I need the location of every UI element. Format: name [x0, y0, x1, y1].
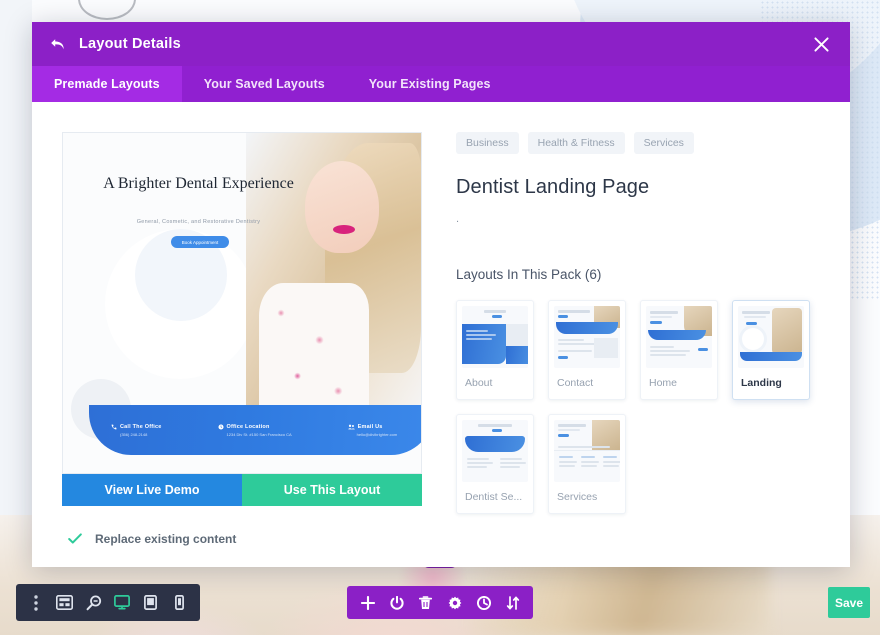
phone-icon[interactable]	[169, 592, 191, 614]
preview-contact-label-0: Call The Office	[111, 424, 162, 430]
preview-contact-label-2: Email Us	[348, 424, 398, 430]
layout-thumbnail-grid: About Contact Home Landing Dentist Se...…	[456, 300, 836, 514]
zoom-icon[interactable]	[83, 592, 105, 614]
preview-contact-value-2: hello@divibrighter.com	[356, 431, 398, 437]
preview-contact-item: Call The Office (356) 248-2148	[111, 424, 162, 437]
tab-your-existing-pages[interactable]: Your Existing Pages	[347, 66, 513, 102]
clock-icon	[217, 423, 224, 430]
wireframe-icon[interactable]	[54, 592, 76, 614]
category-tags: Business Health & Fitness Services	[456, 132, 822, 154]
category-tag-business[interactable]: Business	[456, 132, 519, 154]
close-icon[interactable]	[792, 22, 850, 66]
preview-contact-value-0: (356) 248-2148	[120, 431, 148, 437]
replace-existing-content-row: Replace existing content	[62, 532, 422, 546]
category-tag-health-fitness[interactable]: Health & Fitness	[527, 132, 625, 154]
layout-thumbnail-dentist-services-label: Dentist Se...	[465, 491, 523, 503]
tab-premade-layouts[interactable]: Premade Layouts	[32, 66, 182, 102]
layout-thumbnail-dentist-services[interactable]: Dentist Se...	[456, 414, 534, 514]
modal-tabs: Premade Layouts Your Saved Layouts Your …	[32, 66, 850, 102]
tablet-icon[interactable]	[140, 592, 162, 614]
preview-hero-button: Book Appointment	[171, 236, 229, 248]
layout-preview-column: A Brighter Dental Experience General, Co…	[62, 132, 422, 567]
category-tag-services[interactable]: Services	[633, 132, 694, 154]
layout-thumbnail-about[interactable]: About	[456, 300, 534, 400]
layout-preview-image: A Brighter Dental Experience General, Co…	[62, 132, 422, 474]
modal-header: Layout Details	[32, 22, 850, 66]
layout-thumbnail-landing-label: Landing	[741, 377, 782, 389]
layout-thumbnail-contact-label: Contact	[557, 377, 594, 389]
modal-body: A Brighter Dental Experience General, Co…	[32, 102, 850, 567]
vertical-dots-icon[interactable]	[25, 592, 47, 614]
layout-thumbnail-about-label: About	[465, 377, 493, 389]
layout-thumbnail-home[interactable]: Home	[640, 300, 718, 400]
preview-person-face	[305, 161, 379, 253]
trash-icon[interactable]	[416, 593, 436, 613]
layout-thumbnail-services[interactable]: Services	[548, 414, 626, 514]
check-icon[interactable]	[68, 532, 82, 546]
desktop-icon[interactable]	[111, 592, 133, 614]
preview-contact-label-1: Office Location	[217, 423, 292, 430]
tab-your-existing-pages-label: Your Existing Pages	[368, 77, 491, 91]
preview-person-lips	[333, 225, 355, 234]
layout-thumbnail-services-label: Services	[557, 491, 598, 503]
users-icon	[348, 424, 355, 429]
phone-icon	[111, 424, 117, 429]
gear-icon[interactable]	[445, 593, 465, 613]
builder-actions-toolbar	[347, 586, 533, 619]
layout-thumbnail-contact-image	[554, 306, 620, 368]
back-arrow-icon[interactable]	[48, 35, 66, 53]
view-live-demo-button[interactable]: View Live Demo	[62, 474, 242, 506]
layout-thumbnail-landing-image	[738, 306, 804, 368]
sort-arrows-icon[interactable]	[503, 593, 523, 613]
pack-title: Dentist Landing Page	[456, 176, 650, 198]
preview-contact-item: Email Us hello@divibrighter.com	[348, 424, 398, 437]
layout-thumbnail-contact[interactable]: Contact	[548, 300, 626, 400]
layout-cta-row: View Live Demo Use This Layout	[62, 474, 422, 506]
layout-thumbnail-about-image	[462, 306, 528, 368]
replace-existing-content-label: Replace existing content	[95, 532, 237, 546]
layout-thumbnail-home-label: Home	[649, 377, 678, 389]
layout-thumbnail-home-image	[646, 306, 712, 368]
layout-thumbnail-dentist-services-image	[462, 420, 528, 482]
tab-your-saved-layouts-label: Your Saved Layouts	[203, 77, 325, 91]
layout-details-column: Business Health & Fitness Services Denti…	[456, 132, 822, 567]
modal-title: Layout Details	[79, 36, 181, 52]
tab-premade-layouts-label: Premade Layouts	[54, 77, 160, 91]
save-button[interactable]: Save	[828, 587, 870, 618]
layout-thumbnail-landing[interactable]: Landing	[732, 300, 810, 400]
layout-details-modal: Layout Details Premade Layouts Your Save…	[32, 22, 850, 567]
layout-thumbnail-services-image	[554, 420, 620, 482]
builder-view-toolbar	[16, 584, 200, 621]
preview-hero-subtitle: General, Cosmetic, and Restorative Denti…	[136, 219, 261, 225]
tab-your-saved-layouts[interactable]: Your Saved Layouts	[182, 66, 347, 102]
preview-contact-value-1: 1234 Div St. #150 San Francisco CA	[226, 431, 292, 437]
use-this-layout-button[interactable]: Use This Layout	[242, 474, 422, 506]
decorative-top-arc	[78, 0, 136, 20]
pack-description: .	[456, 213, 460, 225]
power-icon[interactable]	[387, 593, 407, 613]
layouts-in-pack-heading: Layouts In This Pack (6)	[456, 267, 602, 282]
history-icon[interactable]	[474, 593, 494, 613]
preview-hero-title: A Brighter Dental Experience	[103, 175, 294, 192]
preview-contact-item: Office Location 1234 Div St. #150 San Fr…	[217, 423, 292, 437]
plus-icon[interactable]	[358, 593, 378, 613]
preview-contact-bar: Call The Office (356) 248-2148 Office Lo…	[89, 405, 421, 455]
